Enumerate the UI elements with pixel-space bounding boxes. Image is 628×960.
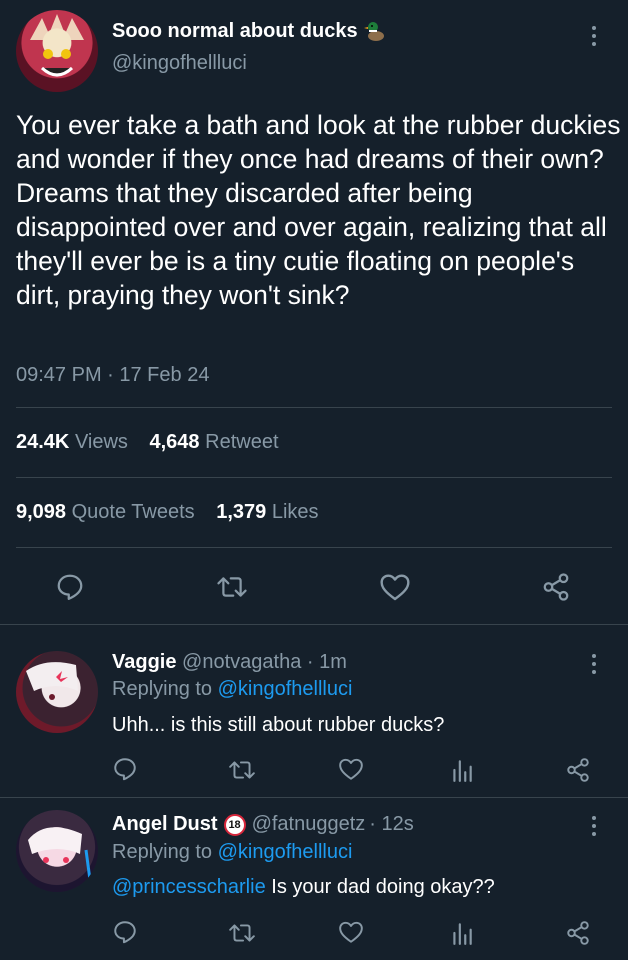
author-handle[interactable]: @kingofhellluci	[112, 52, 247, 75]
reply-text: Uhh... is this still about rubber ducks?	[112, 714, 445, 736]
reply-author-handle[interactable]: @notvagatha	[182, 651, 301, 673]
likes-count[interactable]: 1,379 Likes	[216, 501, 318, 523]
reply-author-name[interactable]: Vaggie	[112, 651, 176, 673]
retweet-icon[interactable]	[228, 920, 256, 946]
reply-text-line: @princesscharlie Is your dad doing okay?…	[112, 876, 495, 899]
comment-icon[interactable]	[112, 756, 138, 782]
age-18-badge-icon: 18	[223, 813, 246, 836]
comment-icon[interactable]	[112, 919, 138, 945]
retweet-icon[interactable]	[228, 757, 256, 783]
stats-row-2: 9,098 Quote Tweets 1,379 Likes	[16, 501, 319, 524]
divider	[16, 407, 612, 408]
reply-author-name[interactable]: Angel Dust	[112, 813, 218, 836]
stats-icon[interactable]	[451, 757, 473, 783]
reply-time: · 1m	[306, 651, 347, 673]
tweet-text: You ever take a bath and look at the rub…	[16, 110, 621, 310]
replying-to-line: Replying to @kingofhellluci	[112, 678, 353, 700]
divider	[0, 797, 628, 798]
replying-to-link[interactable]: @kingofhellluci	[218, 841, 353, 863]
more-icon[interactable]	[591, 26, 597, 46]
reply-header: Angel Dust 18 @fatnuggetz · 12s	[112, 813, 414, 836]
comment-icon[interactable]	[55, 572, 85, 602]
retweet-count[interactable]: 4,648 Retweet	[150, 431, 279, 453]
reply-header: Vaggie @notvagatha · 1m	[112, 651, 347, 674]
author-display-name[interactable]: Sooo normal about ducks	[112, 20, 358, 43]
duck-emoji-icon	[363, 19, 388, 43]
divider	[16, 547, 612, 548]
mention-link[interactable]: @princesscharlie	[112, 876, 266, 898]
stats-row-1: 24.4K Views 4,648 Retweet	[16, 431, 279, 454]
share-icon[interactable]	[565, 757, 591, 783]
divider	[0, 624, 628, 625]
heart-icon[interactable]	[379, 572, 411, 602]
quote-tweets-count[interactable]: 9,098 Quote Tweets	[16, 501, 195, 523]
author-avatar[interactable]	[16, 10, 98, 92]
tweet-timestamp[interactable]: 09:47 PM · 17 Feb 24	[16, 364, 209, 387]
views-count[interactable]: 24.4K Views	[16, 431, 128, 453]
heart-icon[interactable]	[338, 757, 364, 781]
reply-author-handle[interactable]: @fatnuggetz	[252, 813, 366, 836]
reply-avatar[interactable]	[16, 651, 98, 733]
more-icon[interactable]	[591, 654, 597, 674]
replying-to-line: Replying to @kingofhellluci	[112, 841, 353, 863]
stats-icon[interactable]	[451, 920, 473, 946]
reply-text: Is your dad doing okay??	[271, 876, 495, 898]
share-icon[interactable]	[565, 920, 591, 946]
reply-avatar[interactable]	[16, 810, 98, 892]
more-icon[interactable]	[591, 816, 597, 836]
replying-to-link[interactable]: @kingofhellluci	[218, 678, 353, 700]
share-icon[interactable]	[540, 572, 572, 602]
divider	[16, 477, 612, 478]
heart-icon[interactable]	[338, 920, 364, 944]
reply-time: · 12s	[369, 813, 414, 835]
author-name-row: Sooo normal about ducks	[112, 19, 388, 43]
retweet-icon[interactable]	[216, 572, 248, 602]
